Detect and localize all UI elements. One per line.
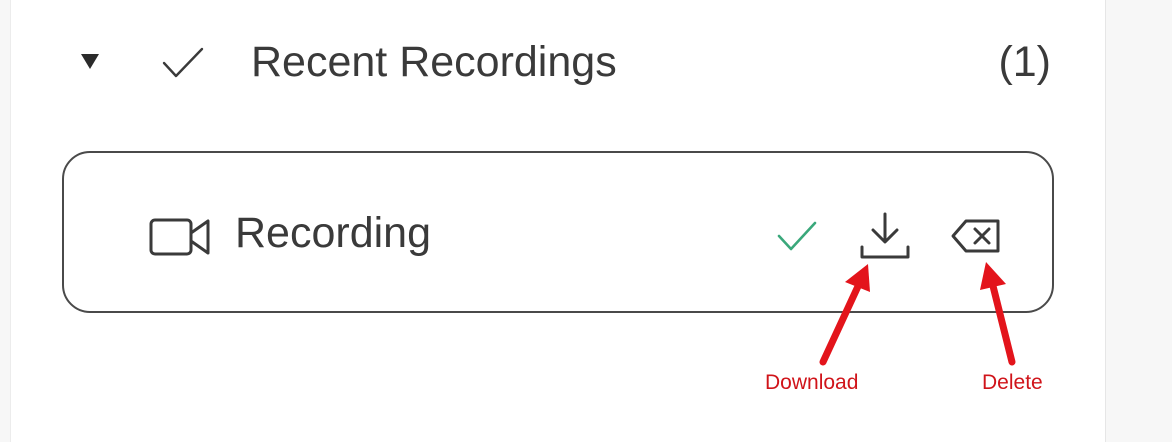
checkmark-icon: [162, 47, 204, 78]
download-button[interactable]: [858, 211, 912, 261]
video-camera-icon: [149, 218, 210, 256]
recordings-panel: Recent Recordings (1) Recording: [10, 0, 1106, 442]
recording-item[interactable]: Recording: [62, 151, 1054, 313]
status-check-icon: [777, 221, 817, 251]
download-annotation-label: Download: [765, 371, 859, 394]
section-title: Recent Recordings: [251, 38, 617, 86]
download-icon: [860, 212, 910, 259]
delete-button[interactable]: [950, 217, 1002, 255]
collapse-triangle-icon[interactable]: [81, 54, 99, 69]
section-count: (1): [998, 38, 1051, 86]
recent-recordings-header[interactable]: Recent Recordings (1): [11, 22, 1105, 102]
recording-name: Recording: [235, 209, 431, 257]
delete-annotation-label: Delete: [982, 371, 1043, 394]
backspace-delete-icon: [951, 219, 1000, 253]
